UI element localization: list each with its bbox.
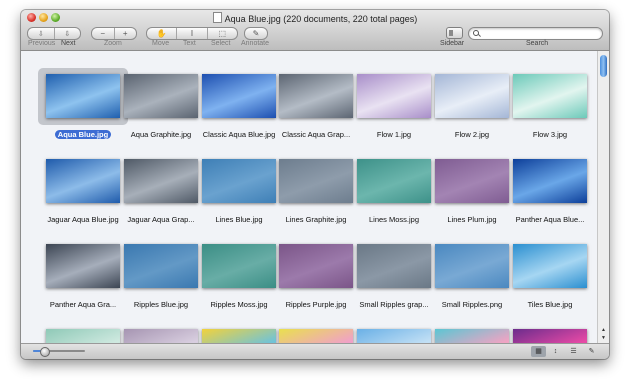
- list-view-button[interactable]: ☰: [566, 346, 581, 357]
- search-icon: [473, 30, 479, 36]
- thumbnail-image[interactable]: [46, 159, 120, 203]
- previous-button[interactable]: ⇩: [28, 28, 54, 39]
- annotate-pencil-icon: ✎: [252, 29, 260, 38]
- sort-icon: ↕: [553, 348, 558, 355]
- search-input[interactable]: [483, 28, 593, 39]
- annotate-button[interactable]: ✎: [245, 28, 267, 39]
- scrollbar-knob[interactable]: [600, 55, 607, 77]
- search-label: Search: [526, 40, 549, 47]
- move-tool-button[interactable]: ✋: [147, 28, 176, 39]
- select-tool-button[interactable]: ⬚: [206, 28, 237, 39]
- text-tool-button[interactable]: I: [176, 28, 206, 39]
- thumbnail-image[interactable]: [513, 329, 587, 343]
- thumbnail-image[interactable]: [279, 159, 353, 203]
- scroll-up-arrow-icon[interactable]: ▲: [601, 327, 606, 333]
- zoom-label: Zoom: [104, 40, 122, 47]
- bottom-bar: ▦ ↕ ☰ ✎: [21, 343, 609, 359]
- thumbnail-image[interactable]: [357, 74, 431, 118]
- thumbnail-image[interactable]: [435, 159, 509, 203]
- grid-view-button[interactable]: ▦: [531, 346, 546, 357]
- edit-button[interactable]: ✎: [584, 346, 599, 357]
- window-title-text: Aqua Blue.jpg (220 documents, 220 total …: [224, 14, 418, 24]
- scroll-down-arrow-icon[interactable]: ▼: [601, 335, 606, 341]
- thumbnail-image[interactable]: [202, 74, 276, 118]
- thumbnail-grid: Aqua Blue.jpg Aqua Graphite.jpg Classic Aq…: [21, 51, 597, 343]
- document-icon: [212, 12, 222, 23]
- zoom-slider[interactable]: [33, 347, 85, 357]
- thumbnail-image[interactable]: [435, 74, 509, 118]
- thumbnail-image[interactable]: [279, 74, 353, 118]
- thumbnail-image[interactable]: [279, 244, 353, 288]
- select-dotted-icon: ⬚: [218, 29, 227, 38]
- vertical-scrollbar[interactable]: ▲ ▼: [597, 51, 609, 343]
- zoom-control: − +: [91, 27, 137, 40]
- grid-view-icon: ▦: [535, 348, 542, 355]
- list-view-icon: ☰: [570, 348, 577, 355]
- thumbnail-image[interactable]: [202, 244, 276, 288]
- thumbnail-image[interactable]: [279, 329, 353, 343]
- window-title: Aqua Blue.jpg (220 documents, 220 total …: [21, 12, 609, 24]
- thumbnail-image[interactable]: [513, 244, 587, 288]
- thumbnail-image[interactable]: [202, 329, 276, 343]
- toolbar: Aqua Blue.jpg (220 documents, 220 total …: [21, 10, 609, 51]
- thumbnail-image[interactable]: [357, 329, 431, 343]
- thumbnail-image[interactable]: [513, 74, 587, 118]
- thumbnail-caption: Flow 3.jpg: [532, 130, 568, 139]
- thumbnail-image[interactable]: [124, 329, 198, 343]
- move-hand-icon: ✋: [156, 29, 167, 38]
- thumbnail-image[interactable]: [435, 329, 509, 343]
- text-cursor-icon: I: [190, 29, 194, 38]
- thumbnail-image[interactable]: [435, 244, 509, 288]
- thumbnail-caption: Panther Aqua Blue...: [515, 215, 585, 224]
- thumbnail-image[interactable]: [124, 159, 198, 203]
- annotate-control: ✎: [244, 27, 268, 40]
- thumbnail-image[interactable]: [46, 329, 120, 343]
- tool-mode-control: ✋ I ⬚: [146, 27, 238, 40]
- edit-icon: ✎: [588, 348, 595, 355]
- thumbnail-image[interactable]: [357, 244, 431, 288]
- previous-arrow-icon: ⇩: [37, 30, 44, 38]
- preview-window: Aqua Blue.jpg (220 documents, 220 total …: [21, 10, 609, 359]
- zoom-in-button[interactable]: +: [113, 28, 137, 39]
- next-button[interactable]: ⇩: [53, 28, 81, 39]
- zoom-out-button[interactable]: −: [92, 28, 114, 39]
- thumbnail-caption: Tiles Blue.jpg: [527, 300, 573, 309]
- sort-button[interactable]: ↕: [548, 346, 563, 357]
- sidebar-icon: [449, 30, 453, 36]
- sidebar-button[interactable]: [446, 27, 463, 39]
- next-label: Next: [61, 40, 76, 47]
- thumbnail-image[interactable]: [46, 244, 120, 288]
- select-label: Select: [211, 40, 231, 47]
- thumbnail-image[interactable]: [124, 74, 198, 118]
- search-field[interactable]: [468, 27, 603, 40]
- thumbnail-image[interactable]: [202, 159, 276, 203]
- sidebar-label: Sidebar: [440, 40, 465, 47]
- previous-label: Previous: [28, 40, 56, 47]
- next-arrow-icon: ⇩: [64, 30, 71, 38]
- thumbnail-image[interactable]: [513, 159, 587, 203]
- previous-next-control: ⇩ ⇩: [27, 27, 81, 40]
- thumbnail-image[interactable]: [357, 159, 431, 203]
- zoom-slider-knob[interactable]: [40, 347, 51, 357]
- annotate-label: Annotate: [241, 40, 270, 47]
- thumbnail-image[interactable]: [46, 74, 120, 118]
- thumbnail-image[interactable]: [124, 244, 198, 288]
- text-label: Text: [183, 40, 196, 47]
- move-label: Move: [152, 40, 170, 47]
